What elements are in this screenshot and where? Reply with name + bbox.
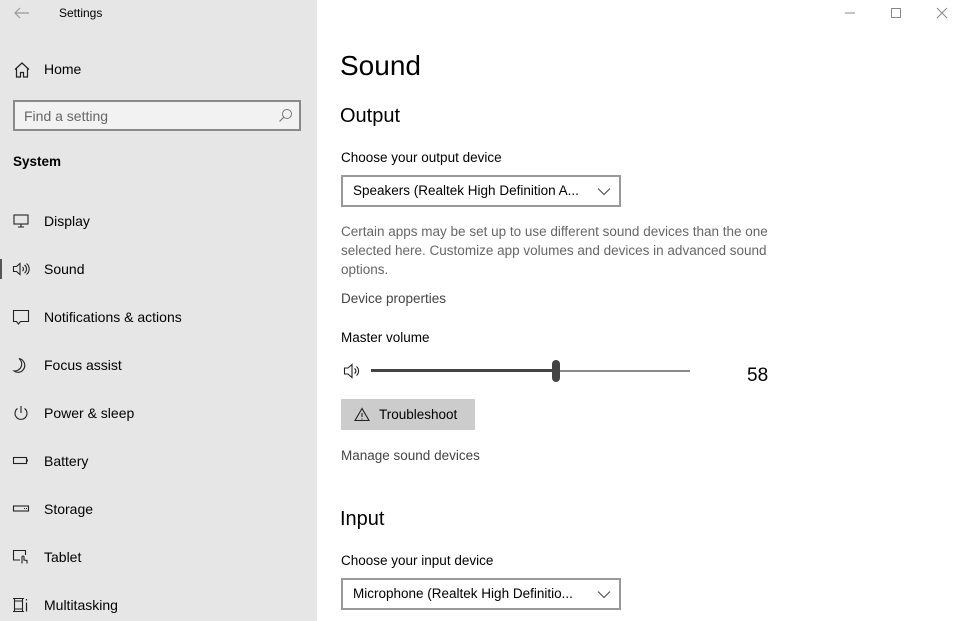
maximize-icon <box>891 8 901 18</box>
sidebar-item-label: Tablet <box>44 549 82 565</box>
sidebar-item-power-sleep[interactable]: Power & sleep <box>0 393 317 433</box>
sidebar-item-label: Storage <box>44 501 94 517</box>
sidebar-item-focus-assist[interactable]: Focus assist <box>0 345 317 385</box>
input-device-value: Microphone (Realtek High Definitio... <box>353 586 573 601</box>
search-box[interactable] <box>13 100 301 131</box>
input-device-dropdown[interactable]: Microphone (Realtek High Definitio... <box>341 578 621 610</box>
volume-icon[interactable] <box>343 362 363 380</box>
sidebar-item-label: Battery <box>44 453 89 469</box>
output-description: Certain apps may be set up to use differ… <box>341 224 768 277</box>
display-icon <box>13 214 29 228</box>
search-icon[interactable] <box>278 108 293 123</box>
output-device-label: Choose your output device <box>341 150 502 165</box>
multitasking-icon <box>13 597 28 613</box>
input-heading: Input <box>340 508 385 530</box>
troubleshoot-label: Troubleshoot <box>379 407 458 422</box>
app-title: Settings <box>59 6 103 20</box>
speaker-icon <box>12 262 30 276</box>
warning-icon <box>354 407 370 422</box>
volume-value: 58 <box>747 365 769 386</box>
sidebar-home[interactable]: Home <box>0 56 317 84</box>
close-icon <box>936 7 948 19</box>
main-content: Sound Output Choose your output device S… <box>317 0 957 621</box>
troubleshoot-button[interactable]: Troubleshoot <box>341 399 475 430</box>
sidebar-item-tablet[interactable]: Tablet <box>0 537 317 577</box>
storage-icon <box>12 505 30 512</box>
sidebar-home-label: Home <box>44 61 82 77</box>
moon-icon <box>12 357 26 373</box>
minimize-button[interactable] <box>827 0 873 26</box>
sidebar-item-display[interactable]: Display <box>0 201 317 241</box>
sidebar-item-label: Focus assist <box>44 357 122 373</box>
maximize-button[interactable] <box>873 0 919 26</box>
master-volume-slider[interactable] <box>371 360 690 382</box>
sidebar-item-label: Multitasking <box>44 597 118 613</box>
power-icon <box>14 406 28 420</box>
sidebar-item-label: Sound <box>44 261 85 277</box>
chevron-down-icon <box>597 188 611 196</box>
back-arrow-icon <box>14 7 29 19</box>
sidebar: Settings Home System Display Sound Notif… <box>0 0 317 621</box>
manage-sound-devices-link[interactable]: Manage sound devices <box>341 448 480 463</box>
tablet-icon <box>12 549 28 564</box>
minimize-icon <box>845 12 855 14</box>
selected-indicator <box>0 259 2 279</box>
sidebar-item-notifications[interactable]: Notifications & actions <box>0 297 317 337</box>
device-properties-link[interactable]: Device properties <box>341 291 446 306</box>
notifications-icon <box>12 309 30 325</box>
sidebar-item-label: Notifications & actions <box>44 309 182 325</box>
battery-icon <box>12 456 28 465</box>
sidebar-item-label: Display <box>44 213 90 229</box>
section-label-system: System <box>13 154 62 169</box>
chevron-down-icon <box>597 591 611 599</box>
slider-fill <box>371 369 556 372</box>
sidebar-item-label: Power & sleep <box>44 405 135 421</box>
input-device-label: Choose your input device <box>341 553 494 568</box>
master-volume-label: Master volume <box>341 330 430 345</box>
home-icon <box>14 62 30 78</box>
output-heading: Output <box>340 105 401 127</box>
sidebar-item-storage[interactable]: Storage <box>0 489 317 529</box>
output-device-value: Speakers (Realtek High Definition A... <box>353 183 579 198</box>
page-title: Sound <box>340 50 421 81</box>
slider-thumb[interactable] <box>552 360 560 382</box>
sidebar-item-multitasking[interactable]: Multitasking <box>0 585 317 621</box>
search-input[interactable] <box>24 106 264 126</box>
sidebar-item-battery[interactable]: Battery <box>0 441 317 481</box>
sidebar-item-sound[interactable]: Sound <box>0 249 317 289</box>
output-device-dropdown[interactable]: Speakers (Realtek High Definition A... <box>341 175 621 207</box>
back-button[interactable] <box>12 3 32 23</box>
close-button[interactable] <box>919 0 957 26</box>
